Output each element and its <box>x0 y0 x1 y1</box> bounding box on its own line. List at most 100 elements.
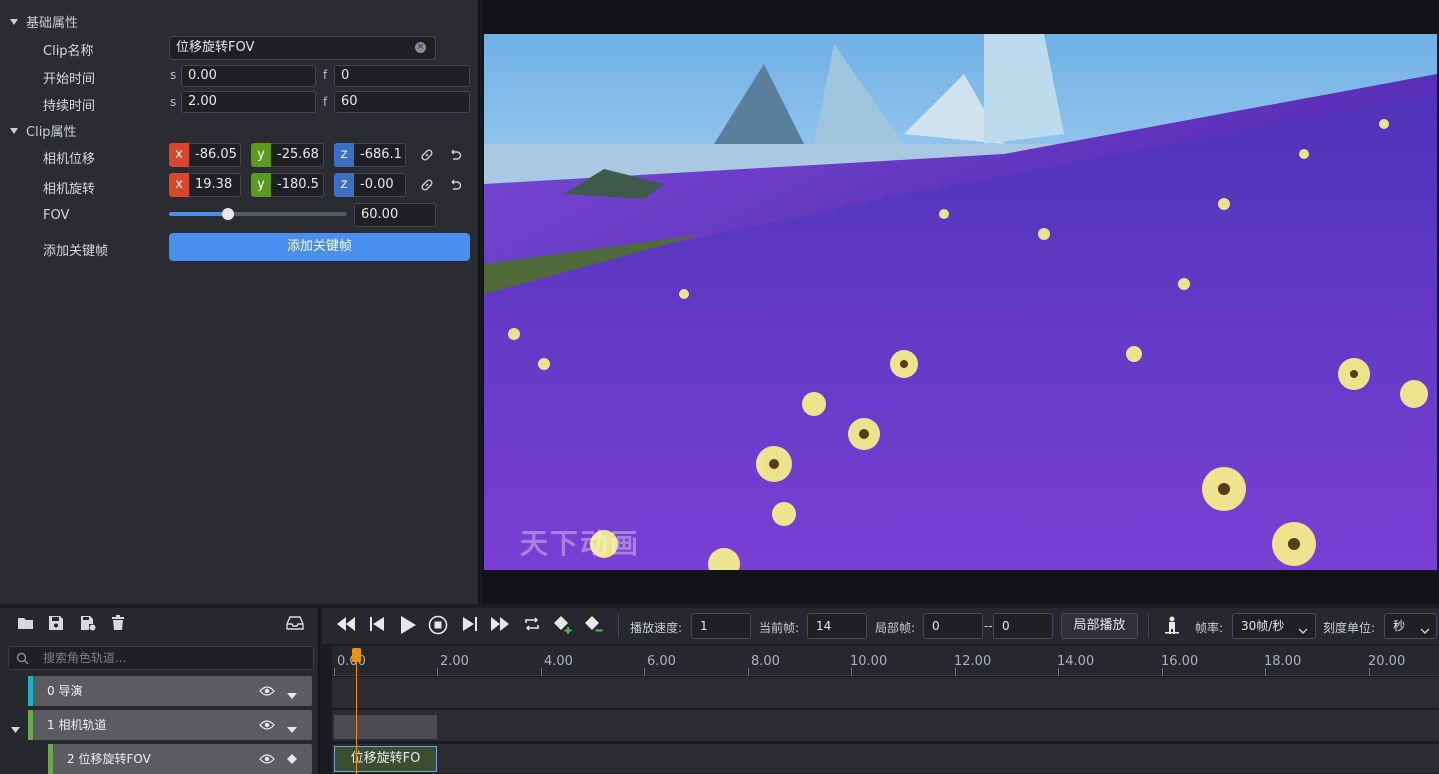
link-icon[interactable] <box>419 148 435 164</box>
playhead-handle[interactable] <box>352 648 361 662</box>
frames-unit: f <box>323 95 328 109</box>
scene-preview-image[interactable]: 天下动画 <box>484 34 1437 570</box>
eye-icon[interactable] <box>259 753 275 769</box>
playback-speed-input[interactable]: 1 <box>691 613 751 639</box>
reset-icon[interactable] <box>447 148 463 164</box>
fov-value-input[interactable]: 60.00 <box>354 203 436 227</box>
stop-icon[interactable] <box>428 615 448 635</box>
basic-properties-header[interactable]: 基础属性 <box>10 12 78 31</box>
tick-mark <box>1265 668 1266 676</box>
camera-position-x-input[interactable]: -86.05 <box>189 143 241 167</box>
camera-rotation-y-input[interactable]: -180.5 <box>271 173 324 197</box>
clip-name-label: Clip名称 <box>43 44 94 59</box>
start-time-label: 开始时间 <box>43 72 96 87</box>
frame-rate-label: 帧率: <box>1195 621 1224 635</box>
axis-y-badge: y <box>251 173 271 197</box>
playhead-line <box>356 660 357 774</box>
axis-y-badge: y <box>251 143 271 167</box>
tick-label: 16.00 <box>1161 654 1199 669</box>
seconds-unit: s <box>170 95 177 109</box>
add-keyframe-label: 添加关键帧 <box>43 244 109 259</box>
frames-unit: f <box>323 68 328 82</box>
clip-name-input[interactable]: 位移旋转FOV <box>169 36 436 60</box>
remove-keyframe-icon[interactable] <box>584 615 604 635</box>
tick-label: 8.00 <box>751 654 780 669</box>
fov-slider-thumb[interactable] <box>221 208 234 220</box>
camera-rotation-x-input[interactable]: 19.38 <box>189 173 241 197</box>
tick-label: 10.00 <box>850 654 888 669</box>
dropdown-arrow-icon[interactable] <box>287 722 297 737</box>
expand-triangle-icon[interactable] <box>11 722 20 737</box>
fov-label: FOV <box>43 208 70 223</box>
tick-label: 6.00 <box>647 654 676 669</box>
toolbar-divider <box>618 614 619 638</box>
start-frames-input[interactable]: 0 <box>334 65 470 87</box>
frame-rate-value: 30帧/秒 <box>1241 619 1285 633</box>
loop-icon[interactable] <box>522 616 542 636</box>
collapse-triangle-icon[interactable] <box>10 18 18 25</box>
watermark-logo: 天下动画 <box>520 527 641 560</box>
open-folder-icon[interactable] <box>16 615 36 635</box>
track-search-input[interactable]: 搜索角色轨道... <box>8 646 314 670</box>
clip-span-summary <box>334 715 437 739</box>
tick-label: 4.00 <box>544 654 573 669</box>
camera-position-z-input[interactable]: -686.1 <box>354 143 406 167</box>
dropdown-arrow-icon[interactable] <box>287 688 297 703</box>
tick-mark <box>851 668 852 676</box>
search-icon <box>16 652 29 669</box>
local-play-button[interactable]: 局部播放 <box>1061 613 1138 639</box>
save-as-icon[interactable] <box>78 615 98 635</box>
link-icon[interactable] <box>419 178 435 194</box>
trash-icon[interactable] <box>108 615 128 635</box>
tick-label: 14.00 <box>1057 654 1095 669</box>
timeline-lane[interactable] <box>332 677 1439 709</box>
section-title: Clip属性 <box>26 125 77 140</box>
tick-label: 20.00 <box>1368 654 1406 669</box>
play-icon[interactable] <box>398 616 418 636</box>
tick-mark <box>955 668 956 676</box>
seconds-unit: s <box>170 68 177 82</box>
tick-label: 2.00 <box>440 654 469 669</box>
local-frame-start-input[interactable]: 0 <box>923 613 983 639</box>
eye-icon[interactable] <box>259 719 275 735</box>
collapse-triangle-icon[interactable] <box>10 127 18 134</box>
skip-to-end-icon[interactable] <box>460 616 480 636</box>
skip-to-start-icon[interactable] <box>367 616 387 636</box>
reset-icon[interactable] <box>447 178 463 194</box>
clip-name-value: 位移旋转FOV <box>176 40 255 55</box>
local-frame-end-input[interactable]: 0 <box>993 613 1053 639</box>
start-seconds-input[interactable]: 0.00 <box>181 65 316 87</box>
section-title: 基础属性 <box>26 16 79 31</box>
tick-mark <box>541 668 542 676</box>
add-keyframe-icon[interactable] <box>553 615 573 635</box>
duration-seconds-input[interactable]: 2.00 <box>181 91 316 113</box>
camera-position-label: 相机位移 <box>43 152 96 167</box>
clip-properties-header[interactable]: Clip属性 <box>10 121 77 140</box>
toolbar-divider <box>1148 614 1149 638</box>
fov-slider-fill <box>169 212 228 216</box>
rewind-icon[interactable] <box>336 616 356 636</box>
tick-mark <box>437 668 438 676</box>
add-keyframe-button[interactable]: 添加关键帧 <box>169 233 470 261</box>
current-frame-input[interactable]: 14 <box>807 613 867 639</box>
clear-icon[interactable]: × <box>415 42 426 53</box>
save-icon[interactable] <box>46 615 66 635</box>
keyframe-diamond-icon[interactable] <box>287 753 297 768</box>
fast-forward-icon[interactable] <box>490 616 510 636</box>
range-separator: -- <box>984 619 993 633</box>
camera-rotation-z-input[interactable]: -0.00 <box>354 173 406 197</box>
timeline-lane[interactable] <box>332 744 1439 774</box>
chevron-down-icon <box>1298 623 1308 638</box>
timeline-clip[interactable]: 位移旋转FO <box>334 746 437 772</box>
fov-slider-track[interactable] <box>169 212 347 216</box>
inbox-icon[interactable] <box>285 615 305 635</box>
tick-mark <box>1058 668 1059 676</box>
duration-frames-input[interactable]: 60 <box>334 91 470 113</box>
tick-mark <box>1369 668 1370 676</box>
person-icon[interactable] <box>1164 616 1180 638</box>
axis-x-badge: x <box>169 173 189 197</box>
timeline-lane[interactable] <box>332 710 1439 742</box>
eye-icon[interactable] <box>259 685 275 701</box>
tick-mark <box>644 668 645 676</box>
camera-position-y-input[interactable]: -25.68 <box>271 143 324 167</box>
